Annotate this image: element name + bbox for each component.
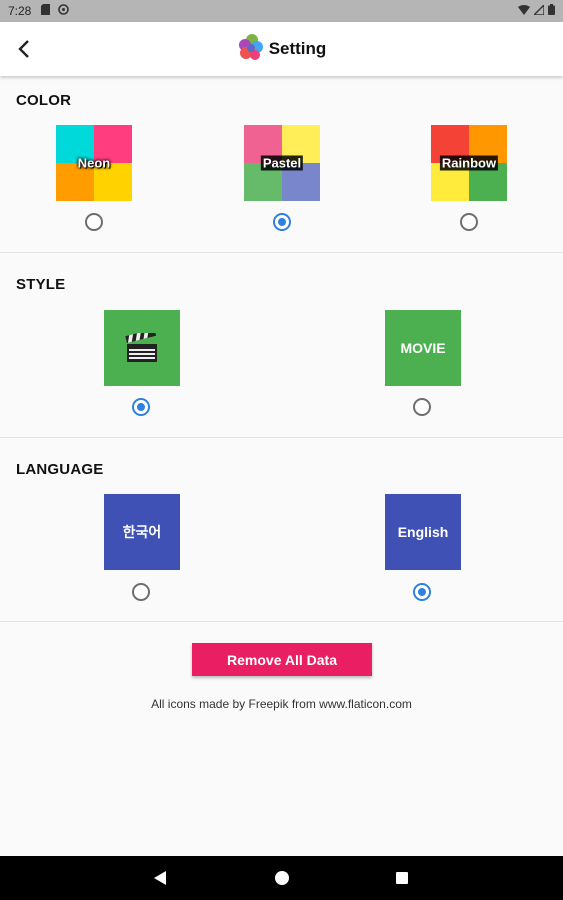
back-triangle-icon xyxy=(154,871,166,885)
system-nav-bar xyxy=(0,856,563,900)
language-option-english-tile[interactable]: English xyxy=(385,494,461,570)
language-option-label: 한국어 xyxy=(122,524,162,540)
app-bar: Setting xyxy=(0,22,563,76)
wifi-icon xyxy=(518,4,530,18)
signal-icon xyxy=(532,3,545,18)
color-option-rainbow-tile[interactable]: Rainbow xyxy=(431,125,507,201)
color-option-neon-tile[interactable]: Neon xyxy=(56,125,132,201)
credit-text: All icons made by Freepik from www.flati… xyxy=(151,697,412,711)
app-logo-icon xyxy=(237,33,265,66)
color-radio-rainbow[interactable] xyxy=(460,213,478,231)
style-radio-movie[interactable] xyxy=(413,398,431,416)
color-option-label: Neon xyxy=(77,155,111,171)
section-title-color: COLOR xyxy=(16,92,72,109)
style-option-icon-tile[interactable] xyxy=(104,310,180,386)
language-option-korean-tile[interactable]: 한국어 xyxy=(104,494,180,570)
status-time: 7:28 xyxy=(8,4,32,18)
section-title-style: STYLE xyxy=(16,276,66,293)
color-option-label: Rainbow xyxy=(439,155,499,171)
language-option-label: English xyxy=(397,524,449,540)
language-radio-english[interactable] xyxy=(413,583,431,601)
nav-home-button[interactable] xyxy=(272,868,292,888)
app-title-group: Setting xyxy=(237,33,327,66)
section-title-language: LANGUAGE xyxy=(16,461,104,478)
nav-recents-button[interactable] xyxy=(392,868,412,888)
style-section: STYLE MOVIE xyxy=(0,253,563,438)
style-option-movie-tile[interactable]: MOVIE xyxy=(385,310,461,386)
language-radio-korean[interactable] xyxy=(132,583,150,601)
sd-card-icon xyxy=(41,4,51,18)
home-circle-icon xyxy=(275,871,289,885)
battery-icon xyxy=(548,4,555,18)
color-radio-pastel[interactable] xyxy=(273,213,291,231)
status-bar: 7:28 xyxy=(0,0,563,22)
sync-icon xyxy=(58,4,70,18)
color-option-pastel-tile[interactable]: Pastel xyxy=(244,125,320,201)
back-button[interactable] xyxy=(10,35,38,63)
style-option-label: MOVIE xyxy=(400,340,446,356)
nav-back-button[interactable] xyxy=(150,868,170,888)
color-option-label: Pastel xyxy=(260,155,304,171)
color-section: COLOR Neon Pastel Rainbow xyxy=(0,76,563,253)
back-arrow-icon xyxy=(18,40,29,58)
remove-all-data-button[interactable]: Remove All Data xyxy=(192,643,372,676)
color-radio-neon[interactable] xyxy=(85,213,103,231)
language-section: LANGUAGE 한국어 English xyxy=(0,438,563,622)
style-radio-icon[interactable] xyxy=(132,398,150,416)
recents-square-icon xyxy=(396,872,408,884)
page-title: Setting xyxy=(268,39,327,58)
clapperboard-icon xyxy=(125,333,157,362)
